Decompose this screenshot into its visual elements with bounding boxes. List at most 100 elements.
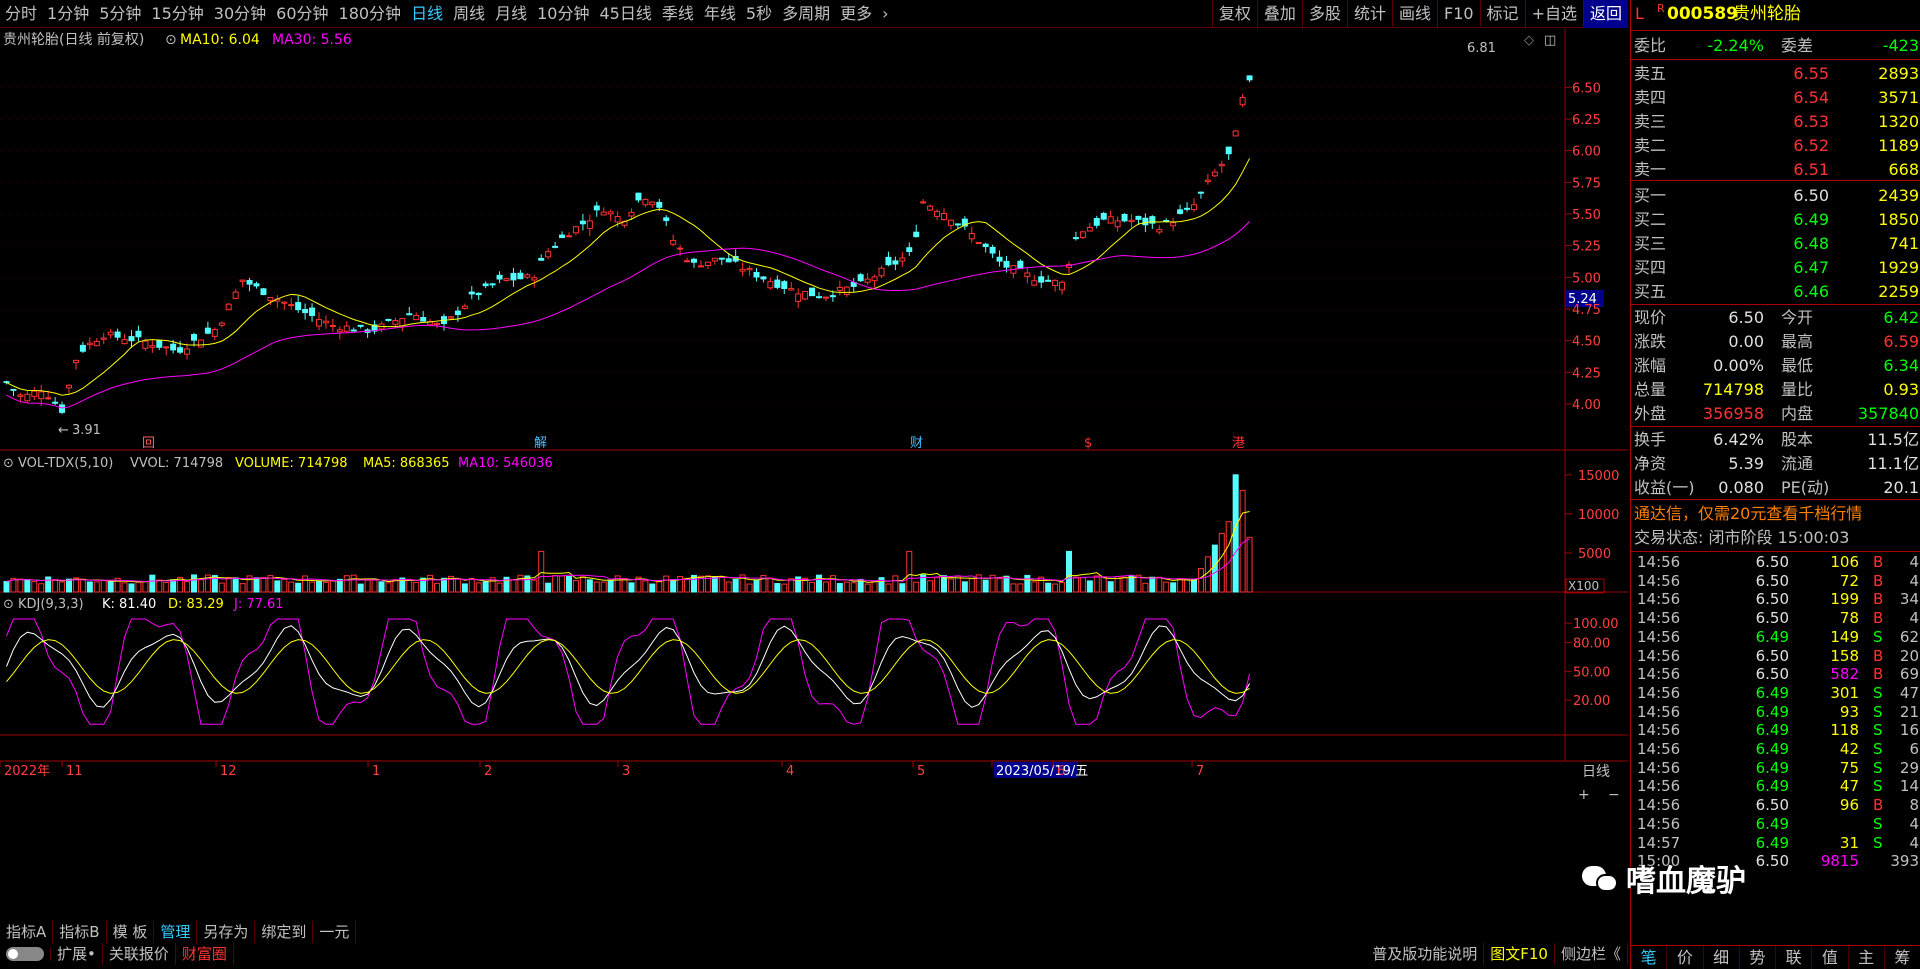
candle [24, 393, 31, 402]
promo-banner[interactable]: 通达信，仅需20元查看千档行情 [1631, 502, 1920, 526]
vol-tick: 5000 [1578, 547, 1611, 562]
indicator-tab[interactable]: 一元 [313, 921, 357, 943]
tick-side: S [1873, 721, 1883, 740]
extra-tabs-row: 扩展• 关联报价 财富圈 普及版功能说明 图文F10 侧边栏《 [0, 943, 1628, 965]
event-marker[interactable]: 解 [534, 436, 547, 451]
candle [1079, 231, 1086, 239]
tool-button[interactable]: 统计 [1346, 0, 1392, 28]
ask-row: 卖二 6.52 1189 [1631, 134, 1920, 158]
event-marker[interactable]: $ [1084, 436, 1092, 451]
ask-row: 卖三 6.53 1320 [1631, 110, 1920, 134]
period-tab[interactable]: 日线 [406, 0, 448, 28]
period-tab[interactable]: 季线 [657, 0, 699, 28]
side-tab[interactable]: 细 [1704, 946, 1740, 969]
tick-time: 14:57 [1637, 833, 1681, 852]
candle [260, 288, 267, 296]
volume-bar [468, 577, 475, 593]
side-tab[interactable]: 势 [1740, 946, 1776, 969]
period-tab[interactable]: 5分钟 [94, 0, 146, 28]
toggle-switch[interactable] [0, 947, 51, 961]
side-tab[interactable]: 主 [1849, 946, 1885, 969]
quote-label2: 最高 [1781, 332, 1814, 351]
candle [822, 296, 829, 299]
bid-label: 买四 [1634, 258, 1667, 277]
candle [545, 251, 552, 258]
tool-button[interactable]: 叠加 [1256, 0, 1302, 28]
side-tab[interactable]: 笔 [1631, 946, 1668, 969]
candle [1038, 276, 1045, 283]
trading-app: { "toolbar":{"periods":["分时","1分钟","5分钟"… [0, 0, 1920, 969]
indicator-tab[interactable]: 绑定到 [255, 921, 314, 943]
indicator-tab[interactable]: 指标A [0, 921, 54, 943]
indicator-tab[interactable]: 指标B [53, 921, 107, 943]
zoom-out-icon[interactable]: − [1608, 787, 1620, 803]
event-marker[interactable]: 港 [1232, 436, 1245, 451]
side-tab[interactable]: 值 [1812, 946, 1849, 969]
zoom-in-icon[interactable]: + [1578, 787, 1590, 803]
quote-value2: 6.59 [1883, 332, 1919, 351]
period-tab[interactable]: 周线 [448, 0, 490, 28]
extra-tab[interactable]: 关联报价 [103, 943, 176, 965]
period-tab[interactable]: 45日线 [594, 0, 656, 28]
period-tab[interactable]: 分时 [0, 0, 42, 28]
fund-row: 换手 6.42% 股本 11.5亿 [1631, 428, 1920, 452]
volume-bar [163, 582, 170, 593]
period-tab[interactable]: 年线 [699, 0, 741, 28]
period-tab[interactable]: 1分钟 [42, 0, 94, 28]
tool-button[interactable]: 标记 [1479, 0, 1525, 28]
period-tab[interactable]: 更多 [835, 0, 877, 28]
period-tab[interactable]: 多周期 [777, 0, 835, 28]
window-icon[interactable]: ◫ [1544, 33, 1556, 48]
quote-label2: 今开 [1781, 308, 1814, 327]
side-tab[interactable]: 联 [1776, 946, 1813, 969]
bid-label: 买二 [1634, 210, 1667, 229]
indicator-tab[interactable]: 管理 [154, 921, 198, 943]
stock-name: 贵州轮胎 [1733, 4, 1801, 24]
candle [947, 219, 954, 226]
period-tab[interactable]: 10分钟 [532, 0, 594, 28]
extra-tab[interactable]: 扩展• [51, 943, 103, 965]
volume-bar [850, 582, 857, 593]
tool-button[interactable]: 返回 [1582, 0, 1628, 28]
period-tab[interactable]: 30分钟 [209, 0, 271, 28]
tool-button[interactable]: F10 [1436, 0, 1480, 28]
kdj-settings-icon[interactable]: ⊙ [3, 597, 14, 612]
indicator-tab[interactable]: 模 板 [107, 921, 155, 943]
right-link[interactable]: 图文F10 [1484, 943, 1555, 965]
candle [788, 287, 795, 291]
vol-settings-icon[interactable]: ⊙ [3, 456, 14, 471]
indicator-tab[interactable]: 另存为 [197, 921, 256, 943]
event-marker[interactable]: 回 [142, 436, 155, 451]
tool-button[interactable]: 画线 [1391, 0, 1437, 28]
extra-tab[interactable]: 财富圈 [176, 943, 234, 965]
right-link[interactable]: 普及版功能说明 [1366, 943, 1485, 965]
period-tab[interactable]: 180分钟 [334, 0, 407, 28]
candle [857, 274, 864, 282]
tool-button[interactable]: +自选 [1524, 0, 1583, 28]
event-marker[interactable]: 财 [910, 436, 923, 451]
right-link[interactable]: 侧边栏《 [1555, 943, 1628, 965]
tick-count: 14 [1899, 777, 1919, 796]
side-tab[interactable]: 价 [1667, 946, 1704, 969]
volume-bar [829, 575, 836, 593]
period-tab[interactable]: 60分钟 [271, 0, 333, 28]
candle [52, 401, 59, 404]
tool-button[interactable]: 复权 [1211, 0, 1257, 28]
volume-bar [899, 583, 906, 593]
more-arrow-icon[interactable]: › [877, 0, 893, 28]
settings-icon[interactable]: ⊙ [165, 32, 177, 48]
candle [684, 260, 691, 263]
quote-value: 0.00 [1728, 332, 1764, 351]
candle [239, 279, 246, 282]
period-tab[interactable]: 5秒 [741, 0, 777, 28]
kline-chart[interactable]: 贵州轮胎(日线 前复权) ⊙ MA10: 6.04 MA30: 5.56 ◇ ◫… [0, 29, 1628, 909]
tick-row: 14:56 6.49 301 S 47 [1631, 684, 1920, 703]
side-tab[interactable]: 筹 [1885, 946, 1920, 969]
tool-button[interactable]: 多股 [1301, 0, 1347, 28]
ask-label: 卖五 [1634, 64, 1667, 83]
tick-volume: 106 [1830, 553, 1859, 571]
candle [892, 260, 899, 265]
period-tab[interactable]: 15分钟 [146, 0, 208, 28]
diamond-icon[interactable]: ◇ [1524, 33, 1534, 48]
period-tab[interactable]: 月线 [490, 0, 532, 28]
